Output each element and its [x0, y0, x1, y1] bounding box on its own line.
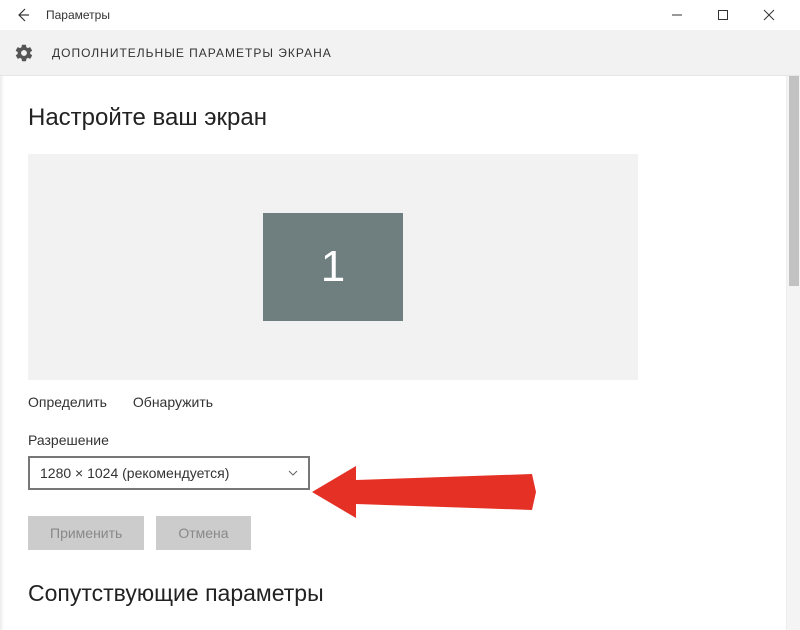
chevron-down-icon — [288, 468, 298, 479]
section-heading: Настройте ваш экран — [28, 104, 758, 132]
vertical-scrollbar[interactable] — [786, 76, 800, 630]
monitor-tile[interactable]: 1 — [263, 213, 403, 321]
arrow-left-icon — [15, 7, 31, 23]
window-titlebar: Параметры — [0, 0, 800, 30]
minimize-icon — [671, 9, 683, 21]
related-heading: Сопутствующие параметры — [28, 580, 758, 607]
display-preview-area: 1 — [28, 154, 638, 380]
close-button[interactable] — [746, 0, 792, 30]
maximize-button[interactable] — [700, 0, 746, 30]
left-shadow — [0, 76, 4, 630]
monitor-number: 1 — [321, 242, 345, 292]
resolution-label: Разрешение — [28, 432, 758, 448]
cancel-button[interactable]: Отмена — [156, 516, 250, 550]
window-title: Параметры — [46, 8, 110, 22]
resolution-value: 1280 × 1024 (рекомендуется) — [40, 465, 229, 481]
window-controls — [654, 0, 792, 30]
close-icon — [763, 9, 775, 21]
back-button[interactable] — [8, 0, 38, 30]
page-header: ДОПОЛНИТЕЛЬНЫЕ ПАРАМЕТРЫ ЭКРАНА — [0, 30, 800, 76]
display-actions-row: Определить Обнаружить — [28, 394, 758, 410]
action-buttons-row: Применить Отмена — [28, 516, 758, 550]
resolution-dropdown[interactable]: 1280 × 1024 (рекомендуется) — [28, 456, 310, 490]
detect-link[interactable]: Определить — [28, 394, 107, 410]
page-title: ДОПОЛНИТЕЛЬНЫЕ ПАРАМЕТРЫ ЭКРАНА — [52, 46, 332, 60]
main-content: Настройте ваш экран 1 Определить Обнаруж… — [0, 76, 786, 630]
apply-button[interactable]: Применить — [28, 516, 144, 550]
minimize-button[interactable] — [654, 0, 700, 30]
discover-link[interactable]: Обнаружить — [133, 394, 213, 410]
maximize-icon — [717, 9, 729, 21]
gear-icon — [14, 43, 34, 63]
scrollbar-thumb[interactable] — [789, 76, 799, 286]
